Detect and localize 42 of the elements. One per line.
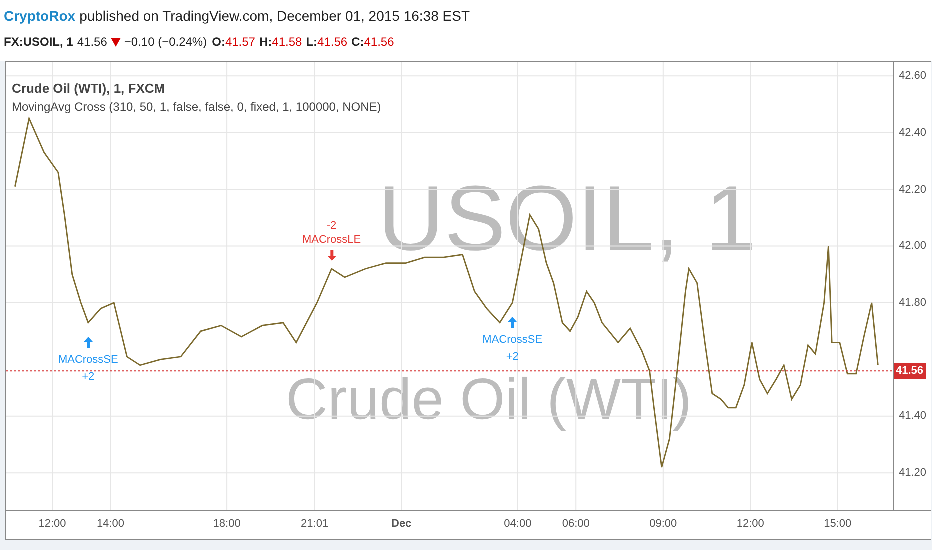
ohlc-value: 41.57 <box>225 34 256 51</box>
last-price-label: 41.56 <box>894 363 926 380</box>
author-link[interactable]: CryptoRox <box>4 8 76 24</box>
price-tick-label: 42.00 <box>899 240 927 252</box>
signal-quantity: -2 <box>326 219 337 233</box>
time-tick-label: 12:00 <box>38 518 66 530</box>
study-label: MovingAvg Cross (310, 50, 1, false, false, 0, fixed, 1, 100000, NONE) <box>12 99 382 116</box>
arrow-down-icon <box>327 250 336 261</box>
time-tick-label: 09:00 <box>650 518 678 530</box>
symbol-label: FX:USOIL, 1 <box>4 34 74 51</box>
price-change: −0.10 (−0.24%) <box>124 34 208 51</box>
published-text: published on TradingView.com, December 01, 2015 16:38 EST <box>80 8 470 24</box>
time-tick-label: 15:00 <box>824 518 852 530</box>
signal-label: MACrossSE <box>482 333 543 347</box>
chart-title: Crude Oil (WTI), 1, FXCM <box>12 80 166 98</box>
price-tick-label: 41.40 <box>899 410 927 422</box>
arrow-up-icon <box>508 317 518 328</box>
signal-label: MACrossSE <box>58 352 118 367</box>
arrow-up-icon <box>84 336 93 348</box>
ohlc-label: L: <box>306 34 318 51</box>
ohlc-label: O: <box>212 34 226 51</box>
time-tick-label: 06:00 <box>562 518 590 530</box>
price-tick-label: 42.20 <box>899 184 927 196</box>
ohlc-value: 41.56 <box>318 34 348 51</box>
signal-quantity: +2 <box>506 350 519 364</box>
time-tick-label: 12:00 <box>736 518 764 530</box>
ohlc-value: 41.56 <box>364 34 394 51</box>
time-tick-label: 14:00 <box>96 518 124 530</box>
price-tick-label: 42.40 <box>899 126 927 139</box>
ohlc-value: 41.58 <box>272 34 302 51</box>
price-tick-label: 41.80 <box>899 297 927 309</box>
last-price: 41.56 <box>77 34 108 51</box>
price-tick-label: 41.20 <box>899 467 927 480</box>
signal-quantity: +2 <box>82 370 95 384</box>
time-tick-label: 21:01 <box>301 518 329 530</box>
time-tick-label: Dec <box>392 518 412 530</box>
price-tick-label: 42.60 <box>899 70 927 82</box>
time-tick-label: 18:00 <box>213 518 241 530</box>
signal-label: MACrossLE <box>302 233 362 247</box>
ohlc-label: H: <box>259 34 272 51</box>
time-tick-label: 04:00 <box>504 518 532 530</box>
ohlc-label: C: <box>352 34 364 51</box>
